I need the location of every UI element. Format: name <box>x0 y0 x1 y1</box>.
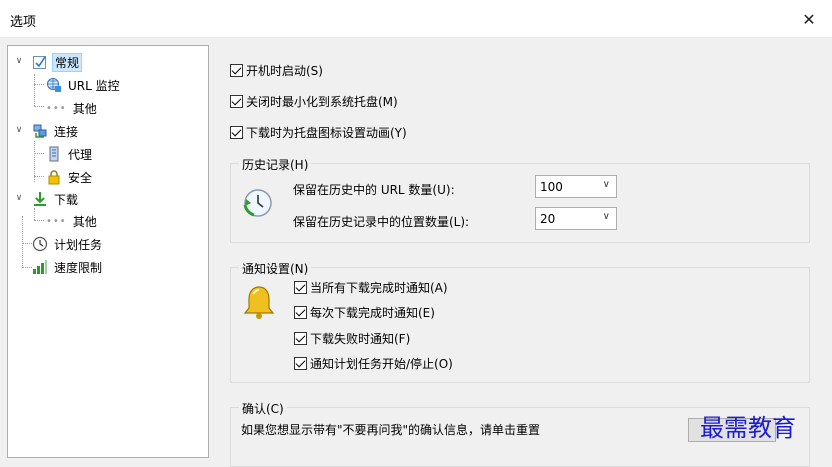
bell-icon <box>242 284 276 323</box>
checkbox-box[interactable] <box>294 306 307 319</box>
expand-toggle-general[interactable]: ∨ <box>14 56 24 66</box>
position-count-label: 保留在历史记录中的位置数量(L): <box>293 215 470 229</box>
ellipsis-icon: ••• <box>46 215 67 227</box>
tree-item-download[interactable]: 下载 <box>32 189 80 209</box>
notify-failed-checkbox[interactable]: 下载失败时通知(F) <box>294 330 410 347</box>
title-bar: 选项 ✕ <box>0 0 832 38</box>
close-icon: ✕ <box>802 9 816 29</box>
checkbox-box[interactable] <box>294 357 307 370</box>
chevron-down-icon: ∨ <box>602 211 610 222</box>
tree-item-proxy[interactable]: 代理 <box>46 144 94 164</box>
watermark-text: 最需教育 <box>700 414 796 442</box>
start-on-boot-checkbox[interactable]: 开机时启动(S) <box>230 62 323 79</box>
tree-item-other-general[interactable]: ••• 其他 <box>46 98 99 118</box>
tree-item-schedule[interactable]: 计划任务 <box>32 234 104 254</box>
expand-toggle-download[interactable]: ∨ <box>14 193 24 203</box>
lock-icon <box>46 169 62 185</box>
tree-item-url-monitor[interactable]: URL 监控 <box>46 75 122 95</box>
close-button[interactable]: ✕ <box>786 0 832 38</box>
notify-group-title: 通知设置(N) <box>239 260 312 277</box>
options-tree: ∨ 常规 URL 监控 ••• 其他 ∨ 连接 代理 安全 ∨ 下载 ••• 其… <box>7 45 209 458</box>
proxy-server-icon <box>46 146 62 162</box>
expand-toggle-connection[interactable]: ∨ <box>14 125 24 135</box>
checklist-icon <box>32 54 48 70</box>
checkbox-box[interactable] <box>230 126 243 139</box>
history-group-title: 历史记录(H) <box>239 156 312 173</box>
tree-item-security[interactable]: 安全 <box>46 167 94 187</box>
url-count-value: 100 <box>540 179 563 194</box>
tree-item-other-download[interactable]: ••• 其他 <box>46 211 99 231</box>
notify-each-done-checkbox[interactable]: 每次下载完成时通知(E) <box>294 304 435 321</box>
tree-item-speed-limit[interactable]: 速度限制 <box>32 257 104 277</box>
checkbox-box[interactable] <box>294 332 307 345</box>
minimize-to-tray-checkbox[interactable]: 关闭时最小化到系统托盘(M) <box>230 93 398 110</box>
checkbox-box[interactable] <box>294 281 307 294</box>
url-count-label: 保留在历史中的 URL 数量(U): <box>293 183 455 197</box>
history-clock-icon <box>242 187 274 222</box>
signal-bars-icon <box>32 259 48 275</box>
tree-item-general[interactable]: 常规 <box>32 52 83 72</box>
history-group: 历史记录(H) <box>230 156 810 243</box>
checkbox-box[interactable] <box>230 64 243 77</box>
position-count-value: 20 <box>540 211 556 226</box>
checkbox-box[interactable] <box>230 95 243 108</box>
ellipsis-icon: ••• <box>46 102 67 114</box>
chevron-down-icon: ∨ <box>602 179 610 190</box>
network-icon <box>32 123 48 139</box>
download-arrow-icon <box>32 191 48 207</box>
window-title: 选项 <box>10 15 37 30</box>
notify-all-done-checkbox[interactable]: 当所有下载完成时通知(A) <box>294 279 448 296</box>
tree-item-connection[interactable]: 连接 <box>32 121 80 141</box>
url-count-select[interactable]: 100 ∨ <box>535 175 617 198</box>
animate-tray-checkbox[interactable]: 下载时为托盘图标设置动画(Y) <box>230 124 407 141</box>
confirm-group-title: 确认(C) <box>239 400 287 417</box>
url-monitor-icon <box>46 77 62 93</box>
clock-icon <box>32 236 48 252</box>
confirm-description: 如果您想显示带有"不要再问我"的确认信息，请单击重置 <box>241 423 541 437</box>
notify-schedule-checkbox[interactable]: 通知计划任务开始/停止(O) <box>294 355 453 372</box>
position-count-select[interactable]: 20 ∨ <box>535 207 617 230</box>
